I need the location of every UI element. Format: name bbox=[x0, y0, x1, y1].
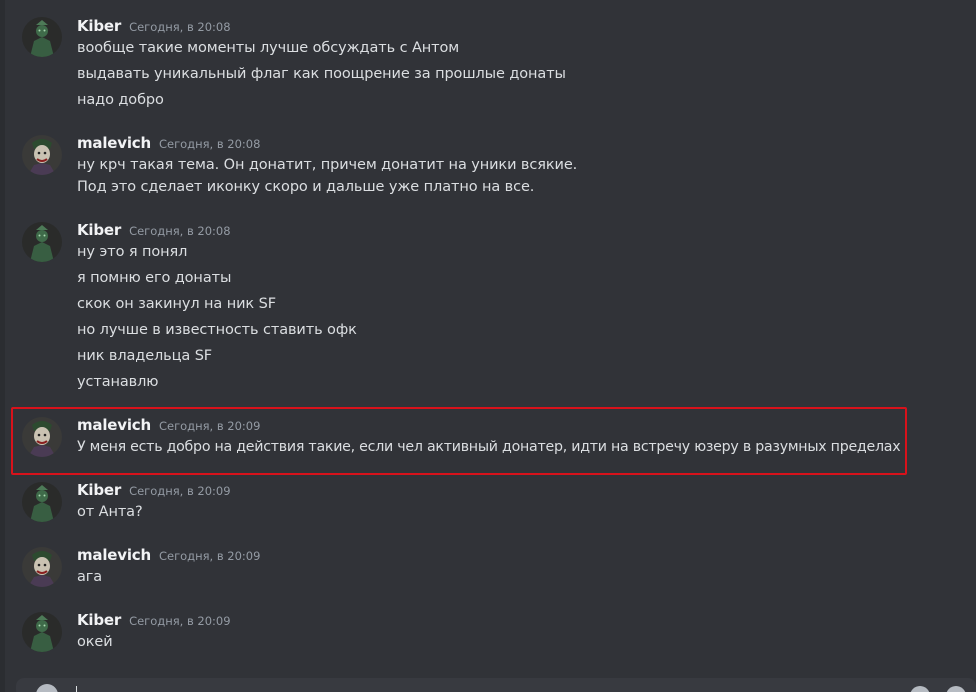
author-name[interactable]: malevich bbox=[77, 546, 151, 564]
message-author[interactable]: malevich Сегодня, в 20:09 bbox=[77, 416, 260, 434]
green-figure-avatar-icon[interactable] bbox=[22, 612, 62, 652]
message-timestamp: Сегодня, в 20:08 bbox=[129, 224, 231, 238]
joker-avatar-icon[interactable] bbox=[22, 135, 62, 175]
message-timestamp: Сегодня, в 20:09 bbox=[129, 614, 231, 628]
message-author[interactable]: Kiber Сегодня, в 20:08 bbox=[77, 17, 231, 35]
message-line: выдавать уникальный флаг как поощрение з… bbox=[77, 66, 566, 82]
joker-avatar-icon[interactable] bbox=[22, 547, 62, 587]
message-author[interactable]: Kiber Сегодня, в 20:08 bbox=[77, 221, 231, 239]
message-author[interactable]: Kiber Сегодня, в 20:09 bbox=[77, 611, 231, 629]
green-figure-avatar-icon[interactable] bbox=[22, 222, 62, 262]
message-author[interactable]: Kiber Сегодня, в 20:09 bbox=[77, 481, 231, 499]
message-line: скок он закинул на ник SF bbox=[77, 296, 276, 312]
message-line: У меня есть добро на действия такие, есл… bbox=[77, 439, 901, 455]
author-name[interactable]: Kiber bbox=[77, 221, 121, 239]
text-caret bbox=[76, 686, 77, 692]
message-line: от Анта? bbox=[77, 504, 143, 520]
message-line: окей bbox=[77, 634, 113, 650]
message-line: Под это сделает иконку скоро и дальше уж… bbox=[77, 179, 535, 195]
message-line: устанавлю bbox=[77, 374, 159, 390]
message-author[interactable]: malevich Сегодня, в 20:09 bbox=[77, 546, 260, 564]
author-name[interactable]: Kiber bbox=[77, 481, 121, 499]
message-input[interactable] bbox=[16, 678, 976, 692]
message-timestamp: Сегодня, в 20:09 bbox=[158, 419, 261, 433]
chat-window: Kiber Сегодня, в 20:08 вообще такие момен… bbox=[0, 0, 976, 692]
green-figure-avatar-icon[interactable] bbox=[22, 482, 62, 522]
author-name[interactable]: Kiber bbox=[77, 611, 121, 629]
message-timestamp: Сегодня, в 20:09 bbox=[158, 549, 261, 563]
joker-avatar-icon[interactable] bbox=[22, 417, 62, 457]
channel-sidebar-edge bbox=[0, 0, 5, 692]
message-timestamp: Сегодня, в 20:08 bbox=[158, 137, 261, 151]
green-figure-avatar-icon[interactable] bbox=[22, 17, 62, 57]
message-line: ну это я понял bbox=[77, 244, 188, 260]
author-name[interactable]: malevich bbox=[77, 134, 151, 152]
author-name[interactable]: malevich bbox=[77, 416, 151, 434]
message-line: ага bbox=[77, 569, 103, 585]
message-timestamp: Сегодня, в 20:08 bbox=[129, 20, 231, 34]
message-line: ник владельца SF bbox=[77, 348, 213, 364]
message-timestamp: Сегодня, в 20:09 bbox=[129, 484, 231, 498]
author-name[interactable]: Kiber bbox=[77, 17, 121, 35]
message-line: я помню его донаты bbox=[77, 270, 232, 286]
message-line: но лучше в известность ставить офк bbox=[77, 322, 357, 338]
message-line: вообще такие моменты лучше обсуждать с А… bbox=[77, 40, 460, 56]
message-line: надо добро bbox=[77, 92, 164, 108]
message-line: ну крч такая тема. Он донатит, причем до… bbox=[77, 157, 578, 173]
message-author[interactable]: malevich Сегодня, в 20:08 bbox=[77, 134, 260, 152]
